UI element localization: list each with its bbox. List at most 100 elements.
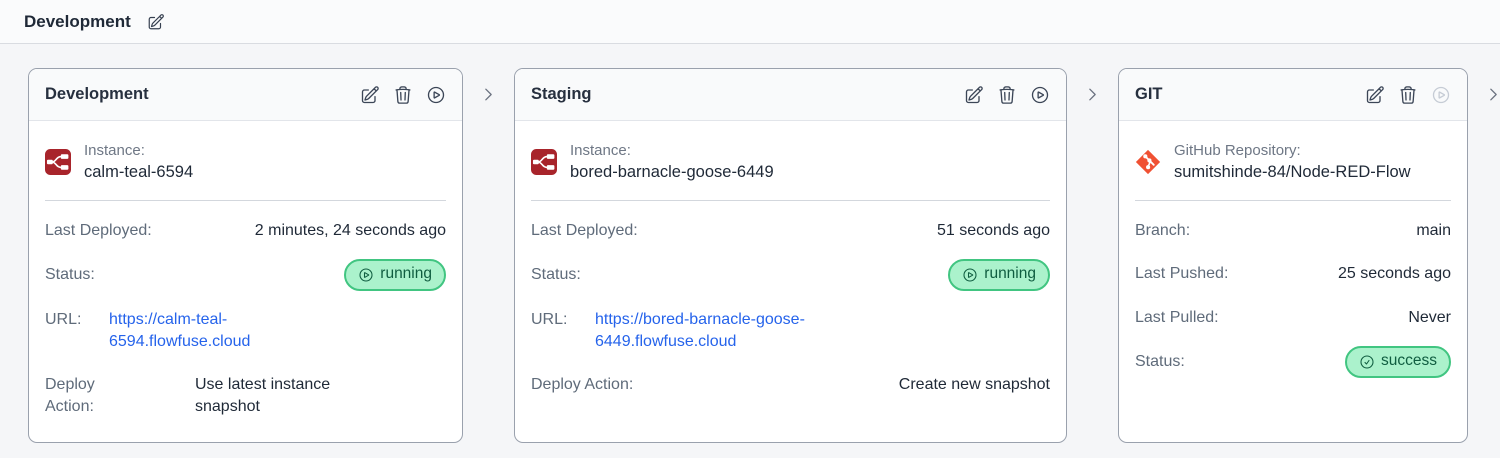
status-badge: running [344,259,446,292]
stage-header: GIT [1119,69,1467,121]
branch-row: Branch: main [1135,209,1451,253]
stage-body: GitHub Repository: sumitshinde-84/Node-R… [1119,121,1467,442]
instance-summary: Instance: bored-barnacle-goose-6449 [531,137,1050,201]
edit-stage-button[interactable] [360,85,380,105]
stage-actions [964,85,1050,105]
last-deployed-label: Last Deployed: [45,221,152,239]
run-stage-button-disabled [1431,85,1451,105]
edit-stage-button[interactable] [964,85,984,105]
stage-separator [1084,68,1101,120]
url-label: URL: [45,311,82,329]
delete-stage-button[interactable] [1398,85,1418,105]
stage-details: Last Deployed: 51 seconds ago Status: ru… [531,209,1050,407]
status-badge: running [948,259,1050,292]
trash-icon [395,85,411,104]
stage-title: Staging [531,85,592,103]
status-badge-label: success [1381,352,1437,370]
deploy-action-row: Deploy Action: Create new snapshot [531,363,1050,407]
chevron-right-icon [485,88,492,100]
last-pushed-row: Last Pushed: 25 seconds ago [1135,252,1451,296]
edit-icon [148,13,164,29]
deploy-action-row: Deploy Action: Use latest instance snaps… [45,363,446,428]
page-title: Development [24,11,131,31]
status-label: Status: [531,266,581,284]
stage-actions [360,85,446,105]
edit-pipeline-button[interactable] [147,13,165,31]
stage-card-development: Development Instance: calm-teal-6594 Las… [28,68,463,444]
url-row: URL: https://calm-teal-6594.flowfuse.clo… [45,298,446,363]
instance-name: bored-barnacle-goose-6449 [570,163,774,182]
instance-text: Instance: bored-barnacle-goose-6449 [570,141,774,184]
stage-details: Last Deployed: 2 minutes, 24 seconds ago… [45,209,446,429]
play-circle-icon [1432,86,1450,103]
instance-summary: Instance: calm-teal-6594 [45,137,446,201]
play-circle-icon [963,268,977,282]
instance-label: Instance: [84,142,145,159]
delete-stage-button[interactable] [997,85,1017,105]
edit-stage-button[interactable] [1365,85,1385,105]
pipeline-header-bar: Development [0,0,1500,44]
stage-details: Branch: main Last Pushed: 25 seconds ago… [1135,209,1451,386]
stage-header: Staging [515,69,1066,121]
edit-icon [965,85,983,103]
chevron-right-icon [1089,88,1096,100]
repository-name: sumitshinde-84/Node-RED-Flow [1174,163,1411,182]
status-label: Status: [45,266,95,284]
trash-icon [999,85,1015,104]
stage-body: Instance: calm-teal-6594 Last Deployed: … [29,121,462,442]
check-circle-icon [1360,355,1374,369]
last-deployed-row: Last Deployed: 51 seconds ago [531,209,1050,253]
status-row: Status: running [531,252,1050,298]
play-circle-icon [359,268,373,282]
last-deployed-value: 51 seconds ago [937,221,1050,239]
status-badge-label: running [380,265,432,283]
last-pushed-label: Last Pushed: [1135,265,1229,283]
play-circle-icon [427,86,445,103]
instance-text: Instance: calm-teal-6594 [84,141,193,184]
repository-text: GitHub Repository: sumitshinde-84/Node-R… [1174,141,1411,184]
chevron-right-icon [1490,88,1497,100]
stage-title: GIT [1135,85,1163,103]
instance-label: Instance: [570,142,631,159]
deploy-action-label: Deploy Action: [45,376,95,415]
edit-icon [361,85,379,103]
stage-title: Development [45,85,149,103]
pipeline-stages: Development Instance: calm-teal-6594 Las… [0,44,1500,444]
instance-url-link[interactable]: https://bored-barnacle-goose-6449.flowfu… [595,309,895,352]
stage-card-staging: Staging Instance: bored-barnacle-goose-6… [514,68,1067,444]
status-badge-label: running [984,265,1036,283]
repository-label: GitHub Repository: [1174,142,1301,159]
instance-url-link[interactable]: https://calm-teal-6594.flowfuse.cloud [109,309,319,352]
node-red-icon [45,149,71,176]
branch-label: Branch: [1135,221,1191,239]
delete-stage-button[interactable] [393,85,413,105]
status-row: Status: success [1135,339,1451,385]
deploy-action-value: Create new snapshot [898,376,1050,394]
stage-body: Instance: bored-barnacle-goose-6449 Last… [515,121,1066,442]
branch-value: main [1416,221,1451,239]
last-pulled-label: Last Pulled: [1135,308,1219,326]
trash-icon [1400,85,1416,104]
url-label: URL: [531,311,568,329]
last-deployed-value: 2 minutes, 24 seconds ago [254,221,446,239]
stage-actions [1365,85,1451,105]
stage-separator [1485,68,1500,120]
status-row: Status: running [45,252,446,298]
instance-name: calm-teal-6594 [84,163,194,182]
node-red-icon [531,149,557,176]
last-deployed-label: Last Deployed: [531,221,638,239]
run-stage-button[interactable] [1030,85,1050,105]
edit-icon [1366,85,1384,103]
stage-separator [480,68,497,120]
repository-summary: GitHub Repository: sumitshinde-84/Node-R… [1135,137,1451,201]
deploy-action-label: Deploy Action: [531,376,634,394]
stage-header: Development [29,69,462,121]
status-badge: success [1345,346,1451,379]
last-pulled-value: Never [1408,308,1451,326]
deploy-action-value: Use latest instance snapshot [195,376,331,415]
last-pushed-value: 25 seconds ago [1338,265,1451,283]
play-circle-icon [1031,86,1049,103]
run-stage-button[interactable] [426,85,446,105]
git-icon [1135,149,1161,176]
url-row: URL: https://bored-barnacle-goose-6449.f… [531,298,1050,363]
